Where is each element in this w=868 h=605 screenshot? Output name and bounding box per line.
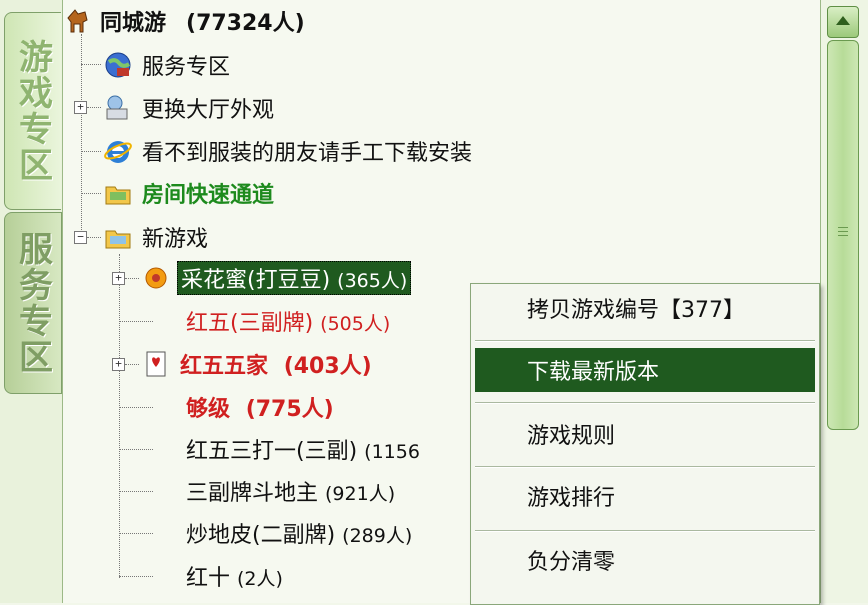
tree-line xyxy=(81,151,101,152)
tree-item-label: 房间快速通道 xyxy=(142,183,275,208)
vertical-tab-strip: 游戏专区 服务专区 xyxy=(0,0,63,603)
playing-card-icon xyxy=(141,349,171,379)
bee-flower-icon xyxy=(141,263,171,293)
tree-item-change-skin[interactable]: 更换大厅外观 xyxy=(103,90,277,126)
menu-separator xyxy=(475,466,815,468)
tree-line xyxy=(81,64,101,65)
tree-root[interactable]: 同城游 (77324人) xyxy=(65,3,308,39)
menu-item-copy-game-id[interactable]: 拷贝游戏编号【377】 xyxy=(475,286,815,330)
tree-item-label: 服务专区 xyxy=(142,55,231,80)
tree-item-label: 新游戏 xyxy=(142,227,209,252)
folder-icon xyxy=(103,178,133,208)
menu-item-game-rules[interactable]: 游戏规则 xyxy=(475,412,815,456)
expand-toggle[interactable]: + xyxy=(74,101,87,114)
game-item[interactable]: 红五(三副牌) (505人) xyxy=(183,303,393,339)
game-item[interactable]: 红十 (2人) xyxy=(183,558,286,594)
tree-line xyxy=(125,278,139,279)
tree-line xyxy=(119,576,153,577)
context-menu: 拷贝游戏编号【377】 下载最新版本 游戏规则 游戏排行 负分清零 xyxy=(470,283,820,605)
collapse-toggle[interactable]: − xyxy=(74,231,87,244)
tree-line xyxy=(81,193,101,194)
tree-line xyxy=(119,407,153,408)
vertical-scrollbar[interactable] xyxy=(820,0,868,603)
tree-item-label: 看不到服装的朋友请手工下载安装 xyxy=(142,141,473,166)
game-item[interactable]: 红五三打一(三副) (1156 xyxy=(183,431,423,467)
open-folder-icon xyxy=(103,222,133,252)
tree-line xyxy=(119,321,153,322)
tree-line xyxy=(87,237,101,238)
tree-item-manual-download[interactable]: 看不到服装的朋友请手工下载安装 xyxy=(103,133,475,169)
tree-line xyxy=(119,491,153,492)
menu-item-download-latest[interactable]: 下载最新版本 xyxy=(475,348,815,392)
menu-item-reset-negative-score[interactable]: 负分清零 xyxy=(475,538,815,582)
tab-service-zone[interactable]: 服务专区 xyxy=(4,212,62,394)
menu-item-game-ranking[interactable]: 游戏排行 xyxy=(475,474,815,518)
tree-line xyxy=(119,254,120,578)
tree-item-new-games[interactable]: 新游戏 xyxy=(103,219,211,255)
game-item[interactable]: 够级 (775人) xyxy=(183,389,337,425)
game-item[interactable]: 炒地皮(二副牌) (289人) xyxy=(183,515,415,551)
grip-line xyxy=(838,227,848,228)
tree-line xyxy=(119,449,153,450)
scroll-thumb[interactable] xyxy=(827,40,859,430)
tree-item-label: 更换大厅外观 xyxy=(142,98,275,123)
menu-separator xyxy=(475,530,815,532)
tab-game-zone[interactable]: 游戏专区 xyxy=(4,12,61,210)
game-label-selected: 采花蜜(打豆豆) (365人) xyxy=(177,261,412,295)
grip-line xyxy=(838,231,848,232)
game-item[interactable]: 采花蜜(打豆豆) (365人) xyxy=(141,260,412,296)
monitor-icon xyxy=(103,93,133,123)
grip-line xyxy=(838,235,848,236)
menu-separator xyxy=(475,340,815,342)
tree-line xyxy=(87,107,101,108)
globe-icon xyxy=(103,50,133,80)
menu-separator xyxy=(475,402,815,404)
browser-e-icon xyxy=(103,136,133,166)
expand-toggle[interactable]: + xyxy=(112,358,125,371)
scroll-up-button[interactable] xyxy=(827,6,859,38)
tree-line xyxy=(125,364,139,365)
root-count: (77324人) xyxy=(186,11,305,36)
horse-icon xyxy=(65,6,91,36)
game-item[interactable]: 红五五家 (403人) xyxy=(141,346,375,382)
root-name: 同城游 xyxy=(100,11,167,36)
game-item[interactable]: 三副牌斗地主 (921人) xyxy=(183,473,398,509)
tree-line xyxy=(119,533,153,534)
tree-item-service-zone[interactable]: 服务专区 xyxy=(103,47,233,83)
tree-item-quick-room[interactable]: 房间快速通道 xyxy=(103,175,277,211)
expand-toggle[interactable]: + xyxy=(112,272,125,285)
